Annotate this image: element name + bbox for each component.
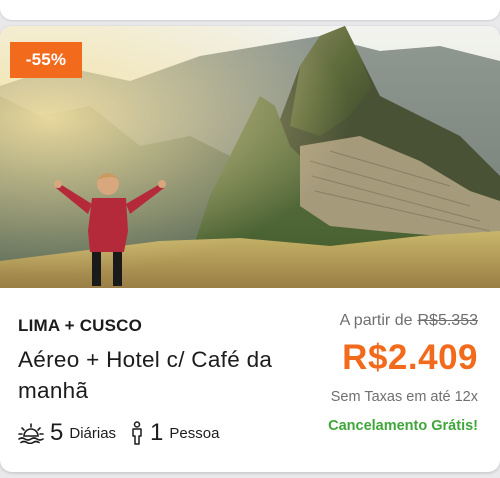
- person-icon: [130, 421, 144, 445]
- discount-badge: -55%: [10, 42, 82, 78]
- sunset-icon: [18, 422, 44, 444]
- destination-title: LIMA + CUSCO: [18, 316, 143, 335]
- old-price: R$5.353: [417, 312, 479, 329]
- previous-card-edge: [0, 0, 500, 20]
- current-price: R$2.409: [342, 338, 478, 377]
- people-count: 1: [150, 419, 164, 446]
- travel-package-card[interactable]: -55% LIMA + CUSCO Aéreo + Hotel c/ Café …: [0, 26, 500, 472]
- from-label: A partir de: [339, 312, 413, 329]
- people-label: Pessoa: [169, 424, 220, 442]
- package-details: 5 Diárias 1 Pessoa: [18, 418, 219, 448]
- nights-count: 5: [50, 419, 64, 446]
- nights-label: Diárias: [69, 424, 117, 442]
- price-from-line: A partir de R$5.353: [340, 312, 478, 330]
- free-cancellation: Cancelamento Grátis!: [328, 418, 478, 434]
- taxes-note: Sem Taxas em até 12x: [330, 389, 478, 405]
- package-description: Aéreo + Hotel c/ Café da manhã: [18, 347, 273, 403]
